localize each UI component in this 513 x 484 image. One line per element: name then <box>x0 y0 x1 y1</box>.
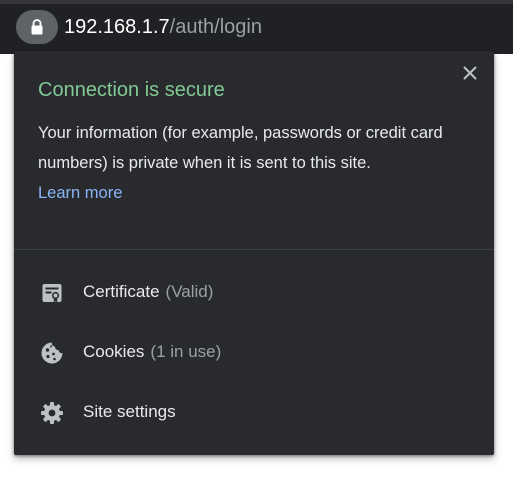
certificate-item[interactable]: Certificate (Valid) <box>14 266 494 318</box>
site-settings-label: Site settings <box>83 401 176 423</box>
cookie-icon <box>39 340 65 366</box>
certificate-title: Certificate <box>83 282 160 301</box>
page-info-popup: Connection is secure Your information (f… <box>14 51 494 455</box>
site-settings-item[interactable]: Site settings <box>14 386 494 438</box>
toolbar-top-edge <box>0 0 513 4</box>
connection-status-title: Connection is secure <box>38 79 225 101</box>
certificate-icon <box>39 280 65 306</box>
cookies-count: (1 in use) <box>150 342 222 361</box>
gear-icon <box>39 400 65 426</box>
section-divider <box>14 249 494 250</box>
browser-toolbar: 192.168.1.7/auth/login <box>0 0 513 54</box>
certificate-label: Certificate (Valid) <box>83 281 213 303</box>
site-info-button[interactable] <box>16 10 58 44</box>
cookies-item[interactable]: Cookies (1 in use) <box>14 326 494 378</box>
close-icon <box>463 66 477 80</box>
url-text[interactable]: 192.168.1.7/auth/login <box>64 15 262 39</box>
url-host: 192.168.1.7 <box>64 16 170 38</box>
connection-description: Your information (for example, passwords… <box>38 124 443 172</box>
cookies-title: Cookies <box>83 342 145 361</box>
url-path: /auth/login <box>169 16 262 38</box>
close-button[interactable] <box>458 61 482 85</box>
certificate-status: (Valid) <box>165 282 214 301</box>
cookies-label: Cookies (1 in use) <box>83 341 221 363</box>
lock-icon <box>31 19 43 35</box>
learn-more-link[interactable]: Learn more <box>38 178 122 208</box>
address-bar[interactable]: 192.168.1.7/auth/login <box>14 7 513 47</box>
site-settings-title: Site settings <box>83 402 176 421</box>
